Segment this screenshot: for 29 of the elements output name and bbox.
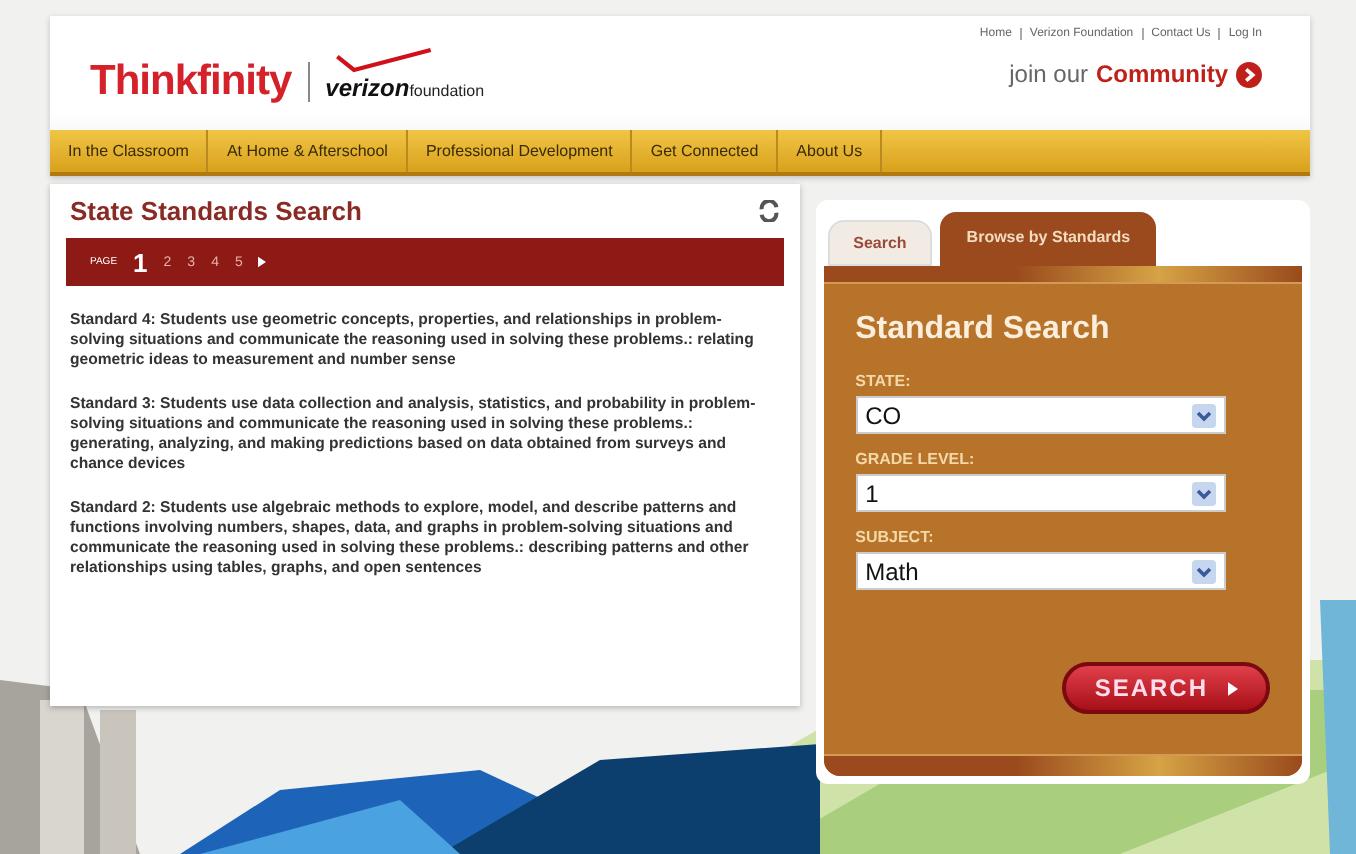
caret-icon: [1191, 481, 1216, 505]
join-text: join our: [1009, 60, 1088, 88]
arrow-icon: [1228, 681, 1238, 695]
next-icon[interactable]: [258, 256, 267, 268]
panel-title: State Standards Search: [70, 196, 362, 226]
dropdown[interactable]: 1: [855, 474, 1226, 512]
checkmark-icon: [333, 45, 434, 73]
caret-icon: [1191, 559, 1216, 583]
partner-logo[interactable]: verizon: [325, 73, 410, 101]
nav-item[interactable]: Professional Development: [407, 130, 633, 172]
nav-item[interactable]: About Us: [778, 130, 883, 172]
dropdown[interactable]: CO: [855, 396, 1226, 434]
page-link[interactable]: 1: [133, 247, 148, 277]
field-label: GRADE LEVEL:: [855, 450, 977, 468]
caret-icon: [1191, 403, 1216, 427]
nav-item[interactable]: Get Connected: [632, 130, 779, 172]
community-link[interactable]: Community: [1096, 60, 1228, 88]
field-label: STATE:: [855, 372, 913, 390]
dropdown[interactable]: Math: [855, 552, 1226, 590]
field-label: SUBJECT:: [855, 528, 936, 546]
nav-item[interactable]: In the Classroom: [50, 130, 209, 172]
partner-logo-suffix: foundation: [409, 81, 485, 99]
form-title: Standard Search: [855, 312, 1112, 348]
tab[interactable]: Browse by Standards: [940, 212, 1157, 266]
nav-item[interactable]: At Home & Afterschool: [208, 130, 408, 172]
site-logo[interactable]: Thinkfinity: [90, 57, 292, 105]
search-button[interactable]: SEARCH: [1062, 662, 1270, 714]
tab[interactable]: Search: [827, 220, 933, 266]
refresh-icon[interactable]: [757, 200, 780, 222]
